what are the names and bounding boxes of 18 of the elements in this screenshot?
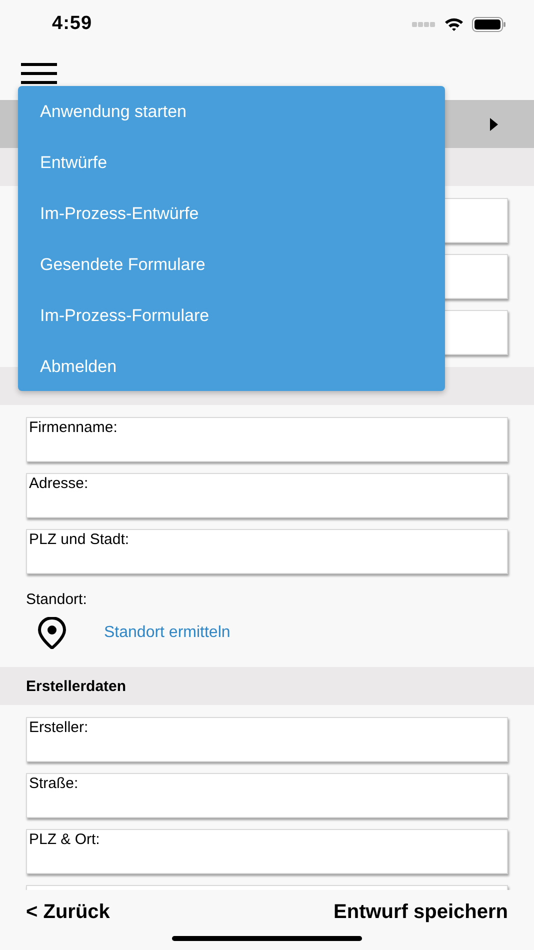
input-field[interactable]: Straße:	[26, 773, 508, 818]
input-field[interactable]: Firmenname:	[26, 417, 508, 462]
status-time: 4:59	[52, 13, 92, 35]
input-field[interactable]: PLZ und Stadt:	[26, 529, 508, 574]
save-draft-button[interactable]: Entwurf speichern	[334, 900, 508, 924]
location-pin-icon[interactable]	[38, 617, 66, 649]
field-label: Standort:	[26, 591, 88, 608]
input-field[interactable]: Ersteller:	[26, 717, 508, 762]
menu-icon[interactable]	[21, 63, 57, 85]
input-field[interactable]: PLZ & Ort:	[26, 829, 508, 874]
play-icon[interactable]	[490, 118, 498, 130]
wifi-icon	[444, 16, 464, 32]
section-title: Erstellerdaten	[26, 678, 126, 694]
signal-icon	[412, 22, 436, 26]
back-button[interactable]: < Zurück	[26, 900, 110, 924]
locate-link[interactable]: Standort ermitteln	[104, 624, 230, 642]
input-field[interactable]: Adresse:	[26, 473, 508, 518]
battery-icon	[472, 16, 506, 32]
